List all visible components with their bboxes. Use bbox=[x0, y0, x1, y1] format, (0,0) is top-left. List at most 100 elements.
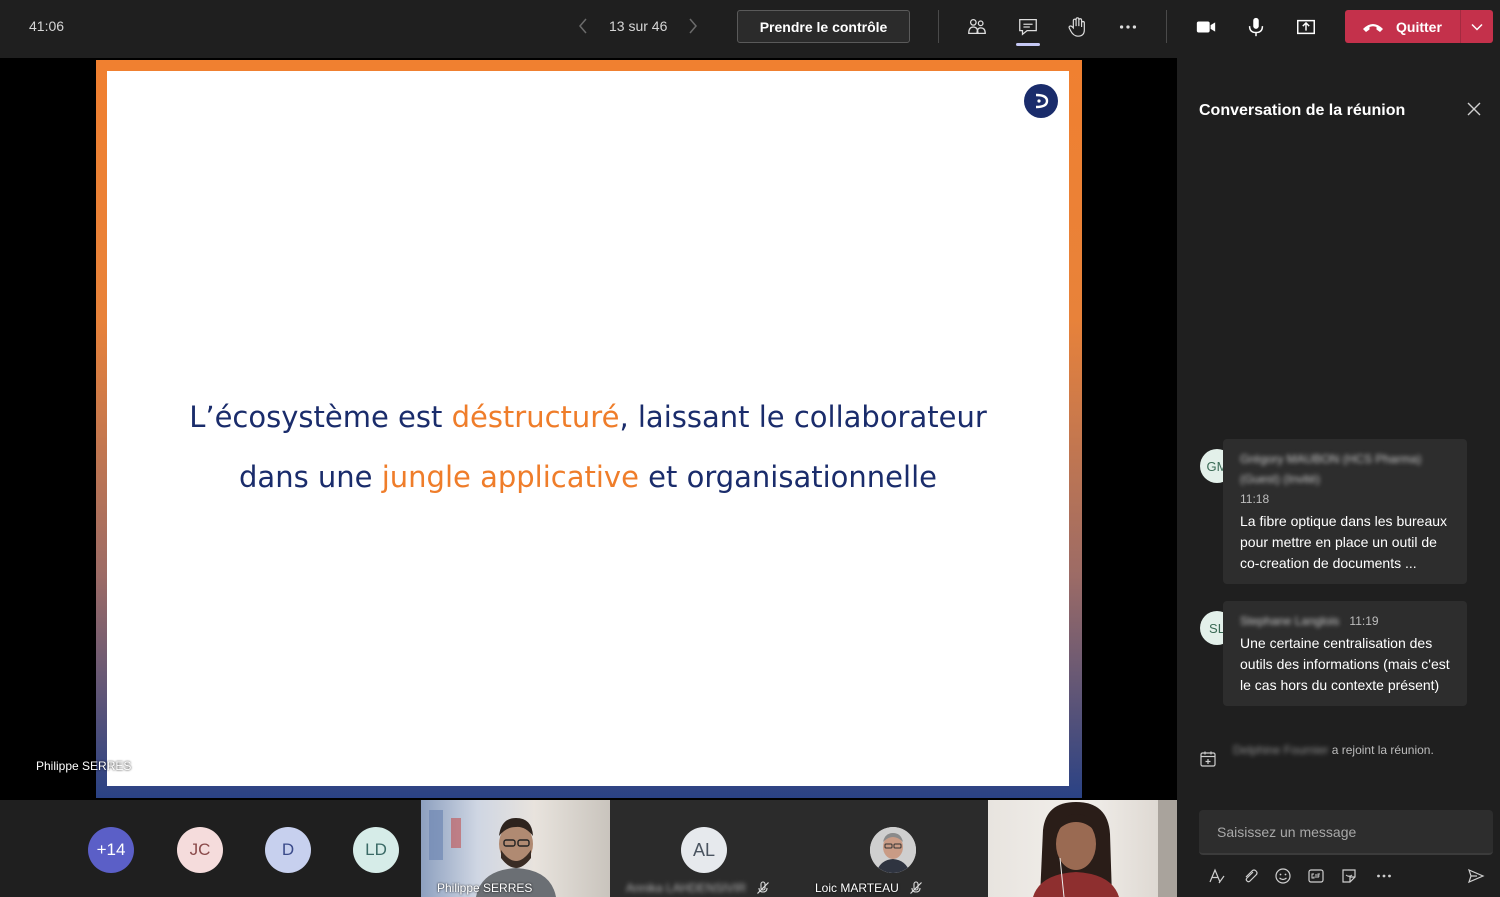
microphone-button[interactable] bbox=[1240, 12, 1272, 42]
more-actions-button[interactable] bbox=[1112, 12, 1144, 42]
mic-muted-icon bbox=[757, 881, 769, 894]
participants-button[interactable] bbox=[961, 12, 993, 42]
share-screen-icon bbox=[1297, 19, 1315, 35]
system-message-user: Delphine Fournier bbox=[1233, 743, 1329, 757]
chat-button[interactable] bbox=[1012, 12, 1044, 46]
gif-icon bbox=[1308, 869, 1324, 883]
meeting-toolbar: 41:06 13 sur 46 Prendre le contrôle Quit… bbox=[0, 0, 1500, 58]
attach-button[interactable] bbox=[1238, 864, 1262, 888]
presentation-slide: L’écosystème est déstructuré, laissant l… bbox=[107, 71, 1069, 786]
slide-body-text: L’écosystème est déstructuré, laissant l… bbox=[107, 387, 1069, 507]
toolbar-divider bbox=[938, 10, 939, 43]
more-options-button[interactable] bbox=[1372, 864, 1396, 888]
system-message-action: a rejoint la réunion. bbox=[1328, 743, 1434, 757]
participant-name-label: Philippe SERRES bbox=[437, 881, 532, 895]
message-time: 11:19 bbox=[1349, 614, 1379, 628]
message-meta: Grégory MAUBON (HCS Pharma) (Guest) (Inv… bbox=[1240, 449, 1451, 509]
more-horizontal-icon bbox=[1377, 874, 1391, 878]
chevron-right-icon bbox=[689, 18, 698, 34]
sticker-icon bbox=[1342, 869, 1356, 883]
participants-strip: +14 JC D LD Philippe SERRES AL Annika LA… bbox=[0, 800, 1177, 897]
person-video-image bbox=[1033, 800, 1177, 897]
video-camera-icon bbox=[1196, 21, 1216, 33]
participant-name: Annika LAHDENSIVIR bbox=[626, 881, 747, 895]
gif-button[interactable] bbox=[1304, 864, 1328, 888]
slide-line-2: dans une jungle applicative et organisat… bbox=[107, 447, 1069, 507]
chat-message[interactable]: Grégory MAUBON (HCS Pharma) (Guest) (Inv… bbox=[1223, 439, 1467, 584]
close-icon bbox=[1467, 102, 1481, 116]
calendar-join-icon bbox=[1200, 751, 1216, 767]
participant-tile[interactable]: AL Annika LAHDENSIVIR bbox=[610, 800, 799, 897]
leave-button[interactable]: Quitter bbox=[1345, 19, 1460, 35]
participant-avatar[interactable]: JC bbox=[177, 827, 223, 873]
message-sender: Stephane Langlois bbox=[1240, 614, 1340, 628]
message-text: La fibre optique dans les bureaux pour m… bbox=[1240, 513, 1448, 571]
message-time: 11:18 bbox=[1240, 492, 1270, 506]
overflow-participants-avatar[interactable]: +14 bbox=[88, 827, 134, 873]
people-icon bbox=[968, 19, 986, 35]
next-slide-button[interactable] bbox=[685, 14, 701, 38]
participant-avatar[interactable]: LD bbox=[353, 827, 399, 873]
person-photo-image bbox=[870, 827, 916, 873]
leave-meeting-control: Quitter bbox=[1345, 10, 1493, 43]
format-button[interactable] bbox=[1205, 864, 1229, 888]
raise-hand-button[interactable] bbox=[1061, 12, 1093, 42]
chat-message[interactable]: Stephane Langlois 11:19 Une certaine cen… bbox=[1223, 601, 1467, 706]
sticker-button[interactable] bbox=[1337, 864, 1361, 888]
slide-text-segment: , laissant le collaborateur bbox=[619, 400, 987, 434]
previous-slide-button[interactable] bbox=[575, 14, 591, 38]
slide-line-1: L’écosystème est déstructuré, laissant l… bbox=[107, 387, 1069, 447]
send-icon bbox=[1468, 868, 1485, 884]
slide-highlight: déstructuré bbox=[451, 400, 620, 434]
participant-name-label: Annika LAHDENSIVIR bbox=[626, 881, 770, 895]
microphone-icon bbox=[1248, 17, 1264, 37]
format-text-icon bbox=[1209, 868, 1225, 884]
meeting-timer: 41:06 bbox=[29, 18, 65, 34]
emoji-button[interactable] bbox=[1271, 864, 1295, 888]
share-screen-button[interactable] bbox=[1290, 12, 1322, 42]
chat-icon bbox=[1019, 19, 1037, 36]
participant-name: Philippe SERRES bbox=[437, 881, 533, 895]
more-horizontal-icon bbox=[1119, 25, 1137, 29]
paperclip-icon bbox=[1245, 869, 1258, 883]
system-message: Delphine Fournier a rejoint la réunion. bbox=[1199, 742, 1479, 768]
compose-toolbar bbox=[1205, 864, 1495, 888]
slide-highlight: jungle applicative bbox=[381, 460, 639, 494]
slide-text-segment: et organisationnelle bbox=[638, 460, 937, 494]
company-logo bbox=[1024, 84, 1058, 118]
close-chat-button[interactable] bbox=[1467, 102, 1483, 118]
system-message-text: Delphine Fournier a rejoint la réunion. bbox=[1233, 742, 1434, 768]
message-input[interactable] bbox=[1217, 823, 1475, 840]
slide-pager: 13 sur 46 bbox=[575, 14, 701, 38]
take-control-button[interactable]: Prendre le contrôle bbox=[737, 10, 910, 43]
participant-name: Loic MARTEAU bbox=[815, 881, 899, 895]
presenter-name-label: Philippe SERRES bbox=[36, 759, 132, 773]
message-sender: Grégory MAUBON (HCS Pharma) (Guest) (Inv… bbox=[1240, 452, 1422, 486]
mic-muted-icon bbox=[909, 881, 922, 894]
hand-icon bbox=[1068, 17, 1085, 37]
message-text: Une certaine centralisation des outils d… bbox=[1240, 635, 1450, 693]
chat-panel-title: Conversation de la réunion bbox=[1199, 102, 1406, 119]
send-button[interactable] bbox=[1464, 864, 1488, 888]
hang-up-icon bbox=[1363, 23, 1383, 32]
participant-video-tile[interactable]: Philippe SERRES bbox=[421, 800, 610, 897]
meeting-chat-panel: Conversation de la réunion GM Grégory MA… bbox=[1177, 58, 1500, 897]
slide-counter: 13 sur 46 bbox=[609, 18, 668, 34]
chevron-down-icon bbox=[1471, 23, 1483, 31]
leave-options-button[interactable] bbox=[1461, 23, 1493, 31]
participant-avatar: AL bbox=[681, 827, 727, 873]
participant-photo-avatar bbox=[870, 827, 916, 873]
participant-tile[interactable]: Loic MARTEAU bbox=[799, 800, 988, 897]
participant-avatar[interactable]: D bbox=[265, 827, 311, 873]
slide-frame: L’écosystème est déstructuré, laissant l… bbox=[96, 60, 1082, 798]
participant-video-tile[interactable] bbox=[988, 800, 1177, 897]
slide-text-segment: dans une bbox=[239, 460, 382, 494]
slide-text-segment: L’écosystème est bbox=[189, 400, 452, 434]
chevron-left-icon bbox=[579, 18, 587, 34]
participant-name-label: Loic MARTEAU bbox=[815, 881, 923, 895]
shared-content-stage: L’écosystème est déstructuré, laissant l… bbox=[0, 58, 1177, 800]
emoji-icon bbox=[1275, 868, 1291, 884]
toolbar-divider bbox=[1166, 10, 1167, 43]
logo-icon bbox=[1035, 93, 1049, 109]
camera-button[interactable] bbox=[1190, 12, 1222, 42]
